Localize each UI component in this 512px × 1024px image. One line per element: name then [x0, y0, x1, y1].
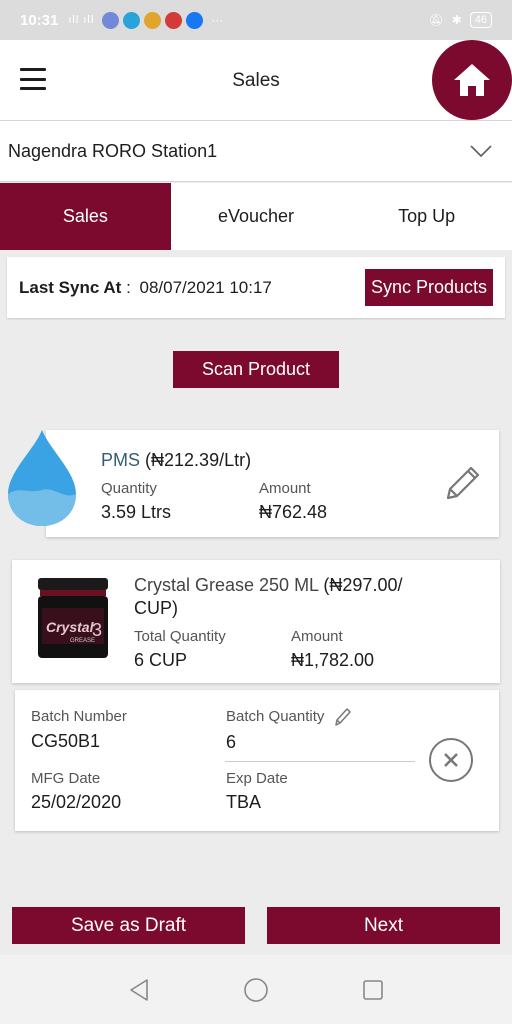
product-title: PMS (₦212.39/Ltr) — [101, 450, 251, 471]
product-price-unit: CUP) — [134, 598, 178, 618]
signal-icon: ıll ıll — [68, 14, 95, 26]
product-price: (₦212.39/Ltr) — [145, 450, 252, 470]
bluetooth-icon: ✱ — [451, 13, 462, 27]
sync-card: Last Sync At : 08/07/2021 10:17 Sync Pro… — [7, 257, 505, 318]
total-quantity-label: Total Quantity — [134, 628, 226, 645]
station-name: Nagendra RORO Station1 — [8, 140, 218, 161]
product-name: Crystal Grease 250 ML — [134, 575, 319, 595]
status-time: 10:31 — [20, 11, 59, 29]
status-bar: 10:31 ıll ıll ··· 🔕︎ ✱ 46 — [0, 0, 512, 40]
facebook-icon — [186, 11, 204, 29]
product-price: (₦297.00/ — [323, 575, 403, 595]
close-icon — [444, 753, 458, 767]
home-button[interactable] — [432, 40, 512, 120]
quantity-label: Quantity — [101, 480, 157, 497]
tab-bar: Sales eVoucher Top Up — [0, 183, 512, 250]
product-card-pms: PMS (₦212.39/Ltr) Quantity 3.59 Ltrs Amo… — [46, 430, 499, 537]
quantity-value: 3.59 Ltrs — [101, 502, 172, 522]
total-quantity-value: 6 CUP — [134, 650, 188, 670]
amount-value: ₦1,782.00 — [291, 650, 375, 670]
battery-icon: 46 — [469, 12, 492, 28]
notification-icons: ··· — [102, 11, 224, 29]
back-button[interactable] — [123, 974, 155, 1006]
exp-date-label: Exp Date — [226, 770, 288, 787]
last-sync-value: 08/07/2021 10:17 — [139, 277, 272, 297]
app-icon — [165, 11, 183, 29]
fuel-drop-icon — [8, 430, 76, 526]
batch-number-value: CG50B1 — [31, 731, 101, 751]
jar-number: 3 — [92, 620, 102, 640]
save-draft-button[interactable]: Save as Draft — [12, 907, 245, 944]
jar-sub: GREASE — [70, 638, 95, 644]
scan-product-button[interactable]: Scan Product — [173, 351, 339, 388]
home-nav-button[interactable] — [240, 974, 272, 1006]
product-name: PMS — [101, 450, 141, 470]
amount-label: Amount — [291, 628, 343, 645]
batch-number-label: Batch Number — [31, 708, 127, 725]
pencil-icon[interactable] — [440, 462, 484, 506]
mute-icon: 🔕︎ — [428, 13, 444, 27]
home-icon — [454, 64, 490, 96]
discord-icon — [102, 11, 120, 29]
batch-card: Batch Number CG50B1 Batch Quantity 6 MFG… — [15, 690, 499, 831]
more-notifications-icon: ··· — [211, 13, 224, 27]
grease-jar-image: Crystal 3 GREASE — [38, 578, 108, 658]
tab-evoucher[interactable]: eVoucher — [171, 183, 342, 250]
pencil-icon[interactable] — [333, 706, 353, 728]
square-icon — [363, 979, 384, 1000]
station-dropdown[interactable]: Nagendra RORO Station1 — [0, 120, 512, 182]
mfg-date-value: 25/02/2020 — [31, 792, 122, 812]
back-triangle-icon — [129, 978, 148, 1001]
divider — [225, 761, 415, 762]
slack-icon — [144, 11, 162, 29]
circle-icon — [244, 977, 268, 1002]
system-nav-bar — [0, 955, 512, 1024]
batch-quantity-label: Batch Quantity — [226, 708, 325, 725]
sync-separator: : — [121, 277, 136, 297]
next-button[interactable]: Next — [267, 907, 500, 944]
telegram-icon — [123, 11, 141, 29]
amount-label: Amount — [259, 480, 311, 497]
batch-quantity-value: 6 — [226, 732, 237, 752]
jar-label: Crystal — [46, 619, 95, 635]
product-title: Crystal Grease 250 ML (₦297.00/ CUP) — [134, 574, 434, 620]
mfg-date-label: MFG Date — [31, 770, 101, 787]
tab-sales[interactable]: Sales — [0, 183, 171, 250]
sync-products-button[interactable]: Sync Products — [364, 269, 493, 306]
chevron-down-icon — [470, 145, 492, 157]
remove-batch-button[interactable] — [429, 738, 473, 782]
status-right: 🔕︎ ✱ 46 — [428, 12, 492, 28]
recents-button[interactable] — [357, 974, 389, 1006]
last-sync-label: Last Sync At — [19, 277, 122, 297]
exp-date-value: TBA — [226, 792, 262, 812]
tab-top-up[interactable]: Top Up — [341, 183, 512, 250]
amount-value: ₦762.48 — [259, 502, 328, 522]
product-card-grease: Crystal 3 GREASE Crystal Grease 250 ML (… — [12, 560, 500, 683]
